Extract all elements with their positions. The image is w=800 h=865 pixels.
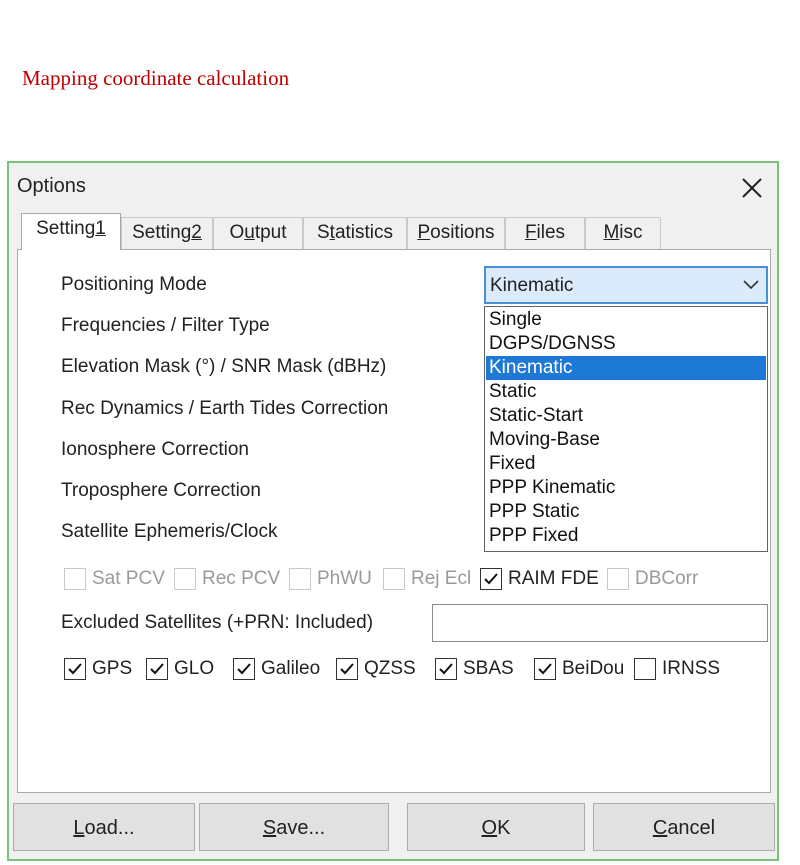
checkmark-icon <box>68 663 82 675</box>
positioning-mode-value: Kinematic <box>490 275 574 296</box>
tab-output[interactable]: Output <box>213 217 303 249</box>
phwu-checkbox[interactable] <box>289 568 311 590</box>
mode-option-fixed[interactable]: Fixed <box>486 452 766 476</box>
positioning-mode-dropdown: Single DGPS/DGNSS Kinematic Static Stati… <box>484 306 768 552</box>
troposphere-label: Troposphere Correction <box>61 480 261 501</box>
sat-pcv-checkbox[interactable] <box>64 568 86 590</box>
positioning-mode-label: Positioning Mode <box>61 274 207 295</box>
page-heading: Mapping coordinate calculation <box>22 66 290 90</box>
mode-option-ppp-fixed[interactable]: PPP Fixed <box>486 524 766 548</box>
excluded-satellites-input[interactable] <box>432 604 768 642</box>
ok-button[interactable]: OK <box>407 803 585 851</box>
galileo-label: Galileo <box>261 658 321 679</box>
positioning-mode-select[interactable]: Kinematic <box>484 266 768 304</box>
glo-label: GLO <box>174 658 215 679</box>
frequencies-label: Frequencies / Filter Type <box>61 315 270 336</box>
beidou-checkbox[interactable] <box>534 658 556 680</box>
raim-fde-label: RAIM FDE <box>508 568 599 589</box>
rec-pcv-checkbox[interactable] <box>174 568 196 590</box>
checkmark-icon <box>340 663 354 675</box>
rej-ecl-checkbox[interactable] <box>383 568 405 590</box>
glo-checkbox[interactable] <box>146 658 168 680</box>
tab-files[interactable]: Files <box>505 217 585 249</box>
mode-option-moving-base[interactable]: Moving-Base <box>486 428 766 452</box>
gps-checkbox[interactable] <box>64 658 86 680</box>
ionosphere-label: Ionosphere Correction <box>61 439 249 460</box>
tab-statistics[interactable]: Statistics <box>303 217 407 249</box>
checkmark-icon <box>237 663 251 675</box>
mode-option-dgps[interactable]: DGPS/DGNSS <box>486 332 766 356</box>
tab-positions[interactable]: Positions <box>407 217 505 249</box>
options-dialog: Options Setting1 Setting2 Output Statist… <box>7 161 779 861</box>
elevation-mask-label: Elevation Mask (°) / SNR Mask (dBHz) <box>61 356 387 377</box>
beidou-label: BeiDou <box>562 658 625 679</box>
mode-option-ppp-static[interactable]: PPP Static <box>486 500 766 524</box>
checkmark-icon <box>484 573 498 585</box>
tab-setting1[interactable]: Setting1 <box>21 213 121 250</box>
raim-fde-checkbox[interactable] <box>480 568 502 590</box>
rec-dynamics-label: Rec Dynamics / Earth Tides Correction <box>61 398 389 419</box>
irnss-checkbox[interactable] <box>634 658 656 680</box>
mode-option-single[interactable]: Single <box>486 308 766 332</box>
close-icon[interactable] <box>735 171 769 205</box>
cancel-button[interactable]: Cancel <box>593 803 775 851</box>
settings-panel: Positioning Mode Frequencies / Filter Ty… <box>17 249 771 793</box>
tab-misc[interactable]: Misc <box>585 217 661 249</box>
sbas-label: SBAS <box>463 658 514 679</box>
sat-pcv-label: Sat PCV <box>92 568 165 589</box>
chevron-down-icon <box>743 280 759 290</box>
tab-setting2[interactable]: Setting2 <box>121 217 213 249</box>
qzss-checkbox[interactable] <box>336 658 358 680</box>
rec-pcv-label: Rec PCV <box>202 568 281 589</box>
gps-label: GPS <box>92 658 133 679</box>
mode-option-ppp-kinematic[interactable]: PPP Kinematic <box>486 476 766 500</box>
save-button[interactable]: Save... <box>199 803 389 851</box>
checkmark-icon <box>439 663 453 675</box>
checkmark-icon <box>150 663 164 675</box>
excluded-satellites-label: Excluded Satellites (+PRN: Included) <box>61 612 374 633</box>
mode-option-static[interactable]: Static <box>486 380 766 404</box>
mode-option-kinematic[interactable]: Kinematic <box>486 356 766 380</box>
dialog-title: Options <box>17 175 86 197</box>
mode-option-static-start[interactable]: Static-Start <box>486 404 766 428</box>
sbas-checkbox[interactable] <box>435 658 457 680</box>
irnss-label: IRNSS <box>662 658 721 679</box>
phwu-label: PhWU <box>317 568 372 589</box>
dbcorr-label: DBCorr <box>635 568 699 589</box>
galileo-checkbox[interactable] <box>233 658 255 680</box>
rej-ecl-label: Rej Ecl <box>411 568 472 589</box>
ephemeris-label: Satellite Ephemeris/Clock <box>61 521 278 542</box>
load-button[interactable]: Load... <box>13 803 195 851</box>
checkmark-icon <box>538 663 552 675</box>
qzss-label: QZSS <box>364 658 416 679</box>
dbcorr-checkbox[interactable] <box>607 568 629 590</box>
